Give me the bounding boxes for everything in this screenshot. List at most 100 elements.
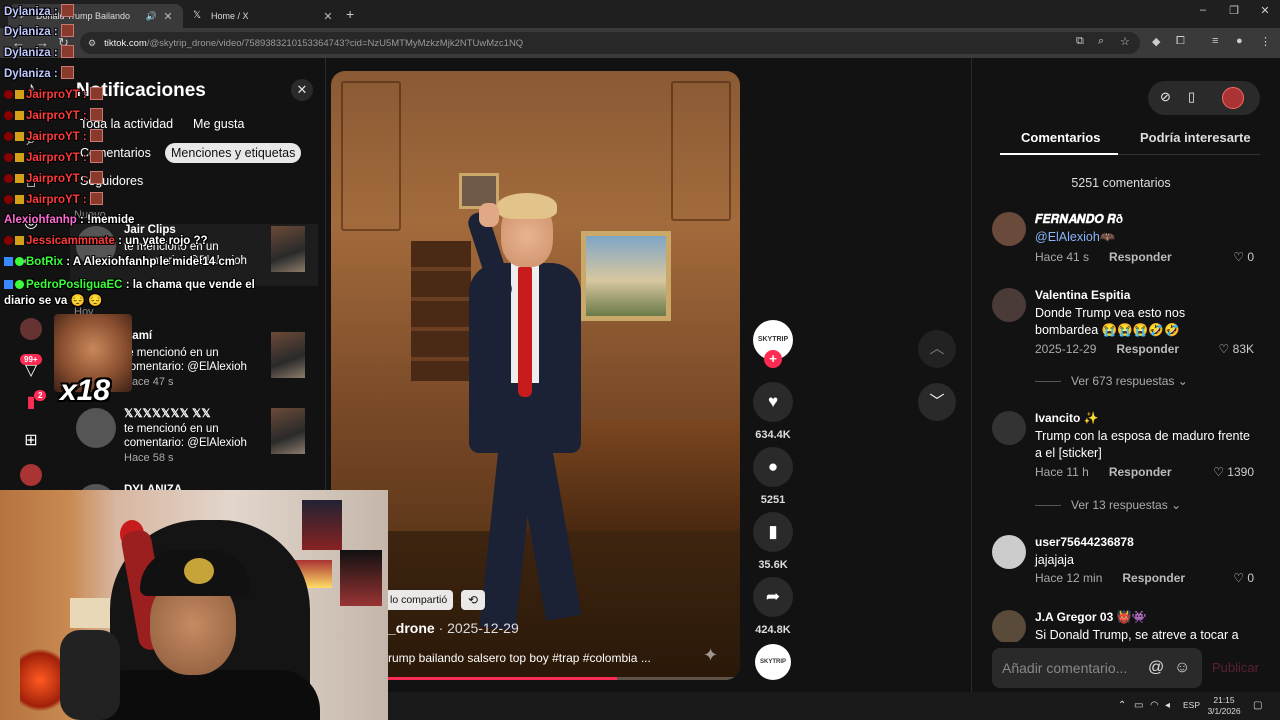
reply-button[interactable]: Responder bbox=[1116, 342, 1179, 356]
badge-icon bbox=[4, 195, 13, 204]
wifi-icon[interactable]: ◠ bbox=[1150, 700, 1159, 711]
chat-line: Alexiohfanhp : !memide bbox=[4, 214, 135, 226]
active-tab-indicator bbox=[1000, 153, 1118, 155]
close-icon[interactable]: ✕ bbox=[291, 79, 313, 101]
restore-button[interactable]: ❐ bbox=[1219, 4, 1249, 17]
avatar[interactable] bbox=[992, 610, 1026, 642]
badge-icon bbox=[15, 111, 24, 120]
chat-message: !memide bbox=[87, 214, 135, 226]
publish-button[interactable]: Publicar bbox=[1212, 660, 1259, 675]
phone-icon[interactable]: ▯ bbox=[1188, 89, 1195, 105]
site-info-icon[interactable]: ⚙ bbox=[88, 38, 96, 49]
close-tab-icon[interactable]: ✕ bbox=[161, 10, 175, 23]
avatar[interactable] bbox=[992, 288, 1026, 322]
avatar[interactable] bbox=[1222, 87, 1244, 109]
extension-icon[interactable]: ◆ bbox=[1152, 35, 1160, 48]
taskbar-clock[interactable]: 21:15 3/1/2026 bbox=[1202, 695, 1246, 717]
chevron-up-icon[interactable]: ⌃ bbox=[1118, 700, 1126, 711]
bookmark-icon[interactable]: ▮ bbox=[753, 512, 793, 552]
heart-icon[interactable]: ♡ bbox=[1233, 571, 1244, 585]
view-replies-label[interactable]: Ver 13 respuestas bbox=[1071, 498, 1168, 512]
heart-icon[interactable]: ♡ bbox=[1213, 465, 1224, 479]
tab-suggested[interactable]: Podría interesarte bbox=[1140, 130, 1251, 145]
avatar[interactable] bbox=[992, 411, 1026, 445]
avatar[interactable] bbox=[992, 212, 1026, 246]
video-thumbnail[interactable] bbox=[271, 332, 305, 378]
new-tab-button[interactable]: + bbox=[346, 6, 354, 22]
network-icon[interactable]: ▭ bbox=[1134, 700, 1143, 711]
comment-like[interactable]: ♡ 83K bbox=[1219, 342, 1254, 356]
comment-like[interactable]: ♡ 1390 bbox=[1213, 465, 1254, 479]
view-replies-button[interactable]: Ver 673 respuestas ⌄ bbox=[1035, 374, 1188, 388]
chevron-down-icon[interactable]: ﹀ bbox=[918, 383, 956, 421]
comment-like[interactable]: ♡ 0 bbox=[1233, 571, 1254, 585]
comment-input[interactable]: Añadir comentario... @ ☺ bbox=[992, 648, 1202, 688]
share-count: 424.8K bbox=[755, 624, 791, 636]
reply-button[interactable]: Responder bbox=[1122, 571, 1185, 585]
reply-button[interactable]: Responder bbox=[1109, 250, 1172, 264]
heart-icon[interactable]: ♡ bbox=[1219, 342, 1230, 356]
address-bar[interactable]: ⚙ tiktok.com /@skytrip_drone/video/75893… bbox=[80, 32, 1140, 54]
video-thumbnail[interactable] bbox=[271, 226, 305, 272]
like-action[interactable]: ♥ 634.4K bbox=[753, 382, 793, 441]
heart-icon[interactable]: ♥ bbox=[753, 382, 793, 422]
video-caption[interactable]: rump bailando salsero top boy #trap #col… bbox=[388, 651, 651, 665]
profile-icon[interactable]: ● bbox=[1236, 35, 1243, 47]
volume-icon[interactable]: ◂ bbox=[1165, 700, 1170, 711]
music-disc-icon[interactable]: SKYTRIP bbox=[755, 644, 791, 680]
tab-comments[interactable]: Comentarios bbox=[1021, 130, 1100, 145]
chat-line: BotRix : A Alexiohfanhp le mide 14 cm bbox=[4, 256, 235, 268]
bookmark-star-icon[interactable]: ☆ bbox=[1120, 35, 1130, 48]
view-replies-label[interactable]: Ver 673 respuestas bbox=[1071, 374, 1174, 388]
follow-plus-button[interactable]: + bbox=[764, 350, 782, 368]
video-author[interactable]: _drone · 2025-12-29 bbox=[388, 620, 519, 636]
comment-user[interactable]: Ivancito ✨ bbox=[1035, 411, 1099, 425]
chevron-up-icon[interactable]: ︿ bbox=[918, 330, 956, 368]
upload-icon[interactable]: ⊞ bbox=[20, 430, 42, 452]
notification-item[interactable]: 𝕏𝕏𝕏𝕏𝕏𝕏𝕏 𝕏𝕏 te mencionó en un comentario:… bbox=[70, 406, 318, 468]
reply-button[interactable]: Responder bbox=[1109, 465, 1172, 479]
save-action[interactable]: ▮ 35.6K bbox=[753, 512, 793, 571]
share-action[interactable]: ➦ 424.8K bbox=[753, 577, 793, 636]
puzzle-icon[interactable]: ⧠ bbox=[1176, 35, 1185, 48]
video-thumbnail[interactable] bbox=[271, 408, 305, 454]
chat-user: Jessicammmate bbox=[26, 235, 115, 247]
wall-poster bbox=[340, 550, 382, 606]
menu-dots-icon[interactable]: ⋮ bbox=[1260, 35, 1271, 48]
media-control-icon[interactable]: ≡ bbox=[1212, 35, 1218, 47]
language-indicator[interactable]: ESP bbox=[1183, 700, 1200, 710]
comment-user[interactable]: Valentina Espitia bbox=[1035, 288, 1130, 302]
emoji-icon[interactable]: ☺ bbox=[1174, 648, 1190, 688]
view-replies-button[interactable]: Ver 13 respuestas ⌄ bbox=[1035, 498, 1181, 512]
video-player[interactable] bbox=[331, 71, 740, 680]
filter-likes[interactable]: Me gusta bbox=[187, 114, 250, 134]
share-icon[interactable]: ➦ bbox=[753, 577, 793, 617]
speaker-icon[interactable]: 🔊 bbox=[146, 11, 157, 22]
badge-icon bbox=[4, 132, 13, 141]
led-light bbox=[20, 640, 60, 720]
comment-icon[interactable]: ● bbox=[753, 447, 793, 487]
close-tab-icon[interactable]: ✕ bbox=[321, 10, 335, 23]
cast-icon[interactable]: ⧉ bbox=[1076, 35, 1084, 48]
comment-user[interactable]: 𝑭𝑬𝑹𝑵𝑨𝑵𝑫𝑶 𝑹ð bbox=[1035, 212, 1123, 227]
comment-user[interactable]: J.A Gregor 03 👹👾 bbox=[1035, 610, 1146, 624]
avatar[interactable] bbox=[992, 535, 1026, 569]
comment-action[interactable]: ● 5251 bbox=[753, 447, 793, 506]
repost-icon[interactable]: ⟲ bbox=[461, 590, 485, 610]
profile-avatar[interactable] bbox=[20, 464, 42, 486]
avatar[interactable] bbox=[20, 318, 42, 340]
notification-user: 𝕏𝕏𝕏𝕏𝕏𝕏𝕏 𝕏𝕏 bbox=[124, 408, 211, 420]
compass-icon[interactable]: ⊘ bbox=[1160, 89, 1171, 105]
mention-icon[interactable]: @ bbox=[1148, 648, 1164, 688]
author-handle[interactable]: _drone bbox=[388, 620, 435, 636]
comment-like[interactable]: ♡ 0 bbox=[1233, 250, 1254, 264]
filter-mentions[interactable]: Menciones y etiquetas bbox=[165, 143, 302, 163]
zoom-icon[interactable]: ⌕ bbox=[1098, 35, 1104, 48]
notification-center-icon[interactable]: ▢ bbox=[1253, 700, 1262, 711]
heart-icon[interactable]: ♡ bbox=[1233, 250, 1244, 264]
close-window-button[interactable]: ✕ bbox=[1250, 4, 1280, 17]
comment-item: Ivancito ✨ Trump con la esposa de maduro… bbox=[992, 411, 1262, 481]
tab-home-x[interactable]: 𝕏 Home / X ✕ bbox=[183, 4, 343, 28]
comment-user[interactable]: user75644236878 bbox=[1035, 535, 1134, 549]
minimize-button[interactable]: – bbox=[1188, 4, 1218, 16]
